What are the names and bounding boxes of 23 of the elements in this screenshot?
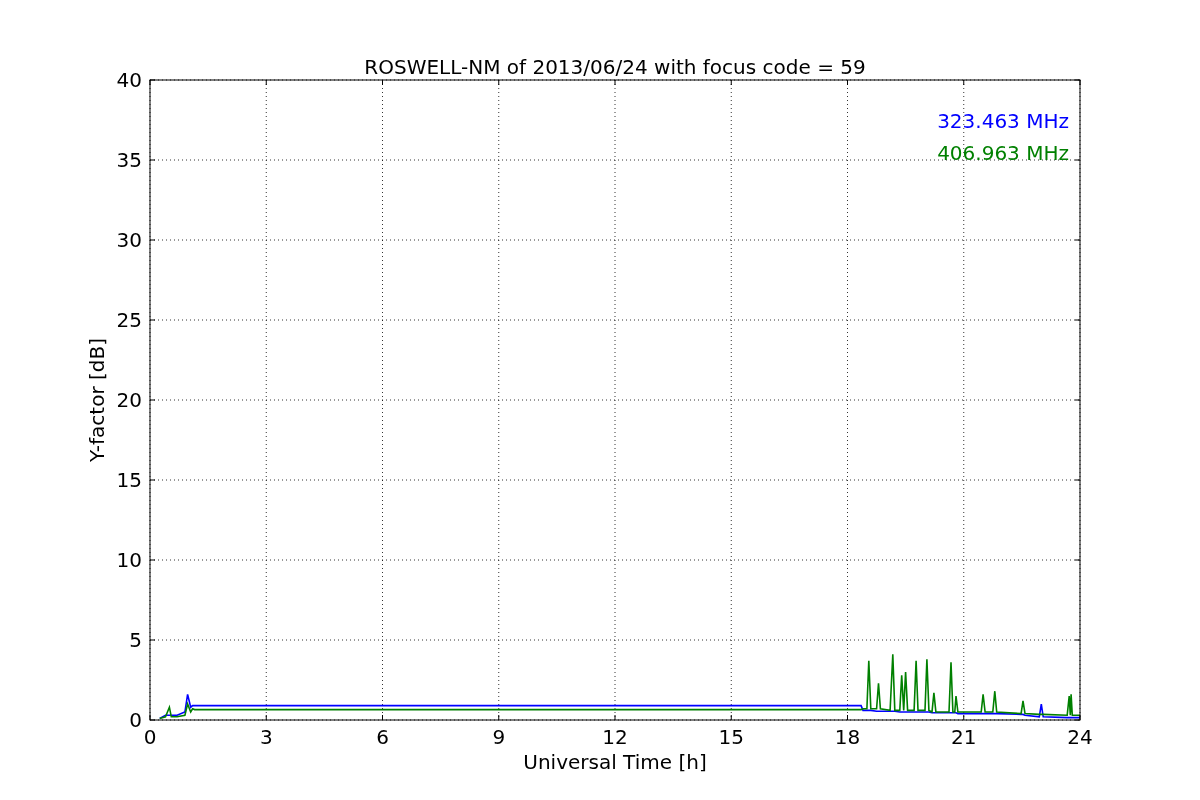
chart-title: ROSWELL-NM of 2013/06/24 with focus code = 59 (364, 55, 866, 79)
y-tick-label: 15 (116, 468, 142, 492)
y-tick-label: 30 (116, 228, 142, 252)
x-tick-label: 24 (1067, 725, 1093, 749)
y-tick-label: 35 (116, 148, 142, 172)
y-tick-label: 20 (116, 388, 142, 412)
x-tick-label: 12 (602, 725, 628, 749)
y-tick-label: 25 (116, 308, 142, 332)
x-tick-label: 0 (143, 725, 157, 749)
x-tick-label: 15 (718, 725, 744, 749)
x-tick-label: 3 (259, 725, 273, 749)
y-tick-label: 40 (116, 68, 142, 92)
x-tick-label: 21 (951, 725, 977, 749)
legend-label: 323.463 MHz (937, 109, 1069, 133)
x-tick-label: 18 (834, 725, 861, 749)
y-axis-label: Y-factor [dB] (85, 338, 109, 462)
x-tick-label: 9 (492, 725, 506, 749)
y-tick-label: 10 (116, 548, 142, 572)
x-tick-label: 6 (376, 725, 389, 749)
x-axis-label: Universal Time [h] (523, 750, 707, 774)
y-tick-label: 5 (129, 628, 142, 652)
y-tick-label: 0 (129, 708, 142, 732)
legend-label: 406.963 MHz (937, 141, 1069, 165)
